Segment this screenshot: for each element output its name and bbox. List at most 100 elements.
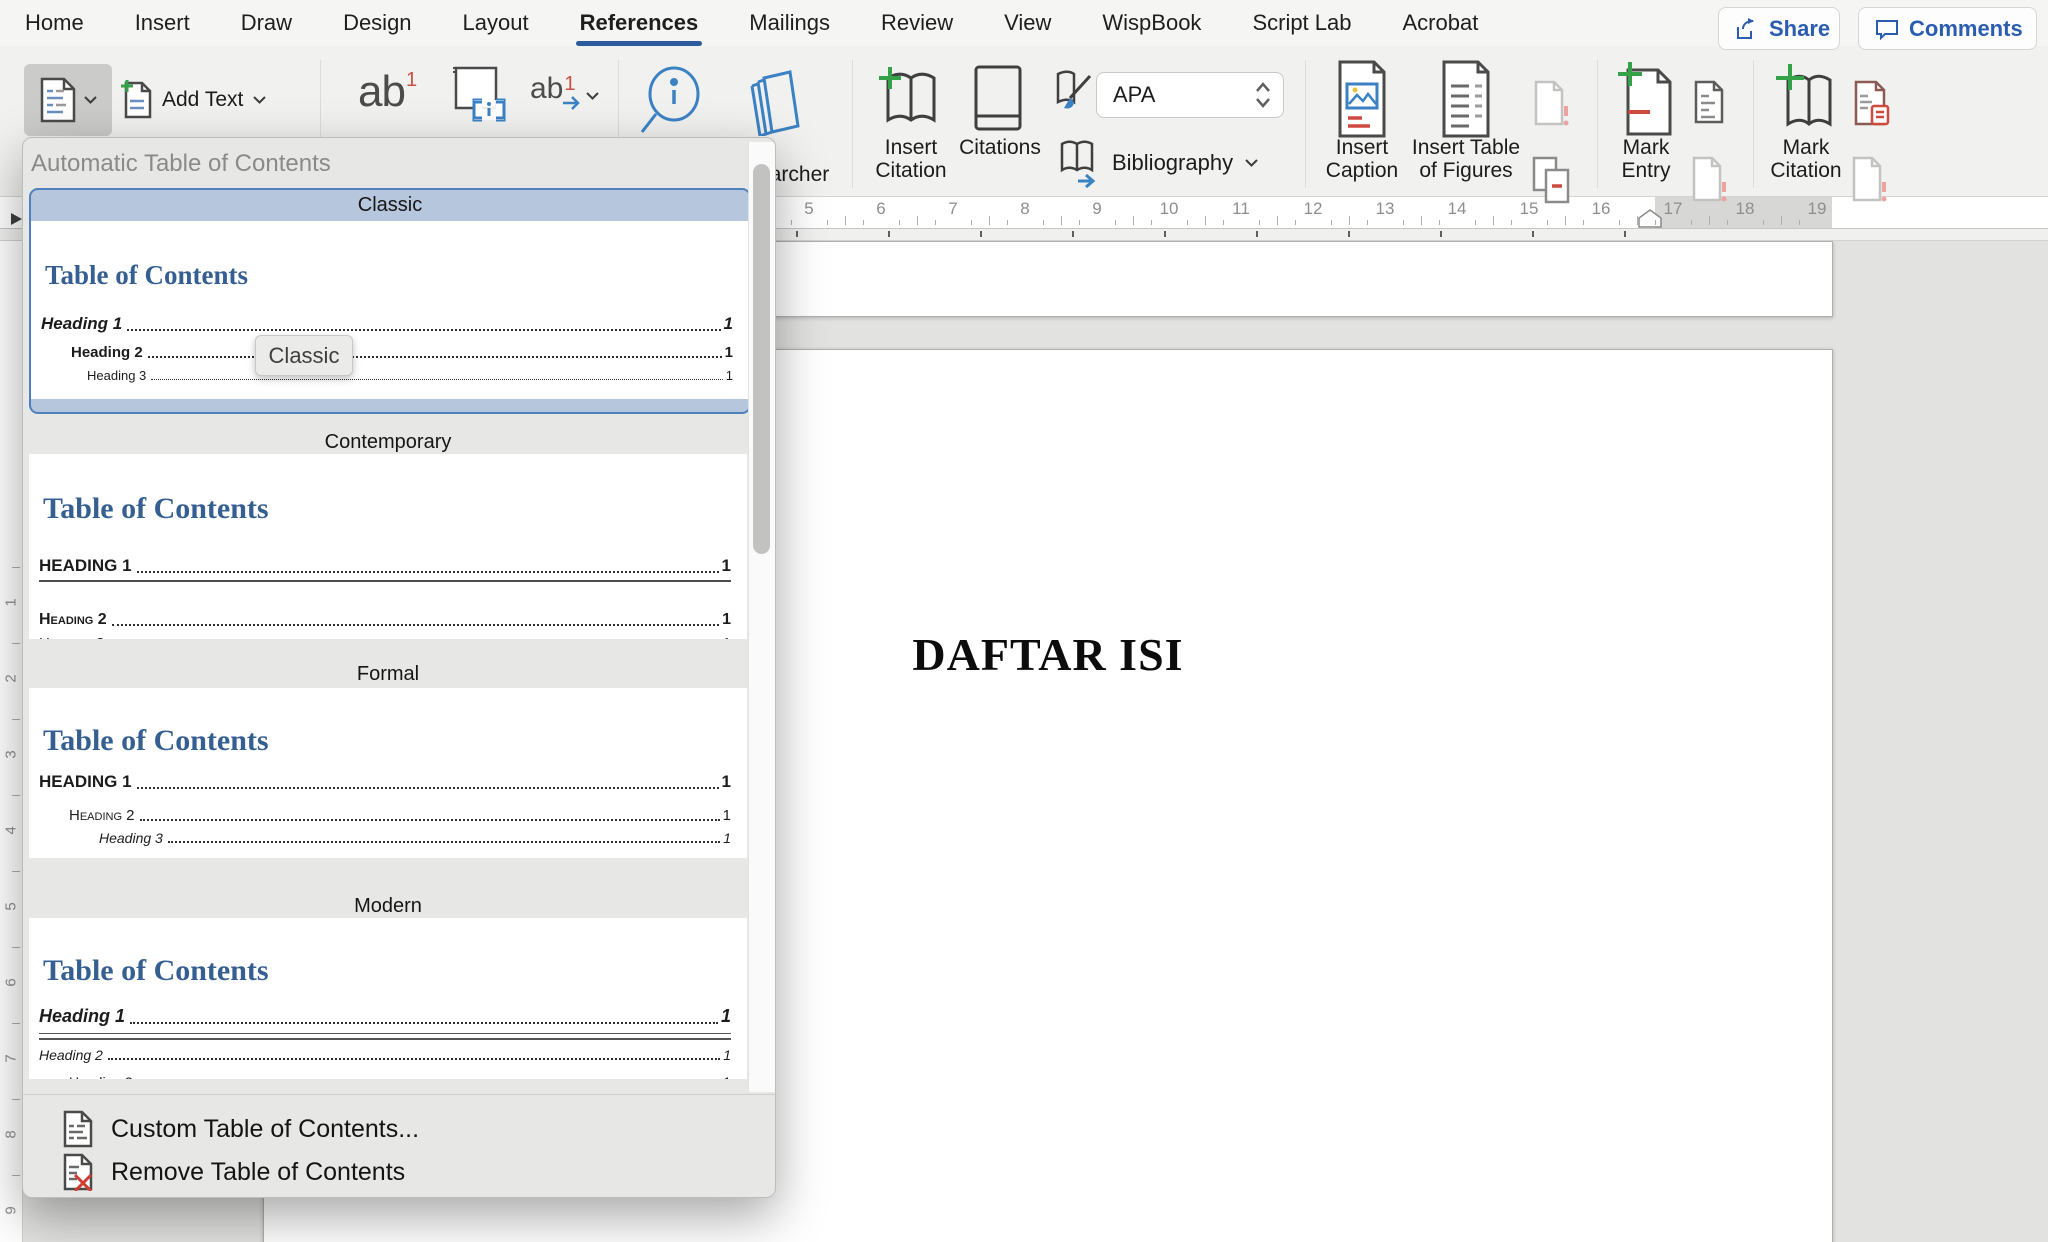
- insert-footnote-button[interactable]: ab 1: [358, 70, 417, 114]
- menu-tab-script-lab[interactable]: Script Lab: [1250, 4, 1353, 42]
- table-of-contents-button[interactable]: [24, 64, 112, 136]
- share-icon: [1734, 16, 1760, 42]
- menu-tab-view[interactable]: View: [1002, 4, 1053, 42]
- insert-table-of-authorities-icon[interactable]: [1854, 80, 1894, 128]
- bibliography-button[interactable]: Bibliography: [1058, 138, 1258, 188]
- toc-style-formal[interactable]: Formal Table of Contents Heading 1 1 Heading…: [29, 662, 747, 858]
- menu-tab-review[interactable]: Review: [879, 4, 955, 42]
- mark-entry-button[interactable]: [1616, 60, 1676, 138]
- group-divider: [1305, 60, 1306, 188]
- ruler-number: 9: [2, 1206, 20, 1215]
- ruler-number: 19: [1807, 199, 1827, 218]
- menu-tab-acrobat[interactable]: Acrobat: [1401, 4, 1481, 42]
- ruler-number: 8: [2, 1130, 20, 1139]
- preview-toc-entry: Heading 21: [69, 807, 731, 824]
- footnote-superscript: 1: [564, 73, 576, 95]
- toc-style-classic[interactable]: Classic Table of Contents Heading 1 1 Headin…: [29, 188, 751, 414]
- insert-endnote-button[interactable]: [452, 66, 508, 124]
- comments-button[interactable]: Comments: [1858, 7, 2037, 50]
- citations-label[interactable]: Citations: [950, 136, 1050, 159]
- ruler-number: 13: [1375, 199, 1395, 218]
- cross-reference-icon[interactable]: [1532, 156, 1574, 206]
- insert-citation-button[interactable]: [876, 64, 946, 134]
- insert-table-of-figures-label[interactable]: Insert Table of Figures: [1403, 136, 1529, 182]
- insert-caption-button[interactable]: [1336, 60, 1388, 138]
- citations-button[interactable]: [968, 64, 1028, 134]
- scrollbar-thumb[interactable]: [753, 164, 770, 554]
- preview-toc-entry: Heading 31: [87, 368, 733, 383]
- chevron-down-icon: [83, 96, 97, 104]
- bibliography-icon: [1058, 138, 1100, 188]
- menu-separator: [23, 1094, 775, 1095]
- menu-tab-layout[interactable]: Layout: [461, 4, 531, 42]
- share-button[interactable]: Share: [1718, 7, 1840, 50]
- group-divider: [1597, 60, 1598, 188]
- update-table-icon: [1534, 80, 1570, 128]
- insert-citation-label[interactable]: Insert Citation: [859, 136, 963, 182]
- mark-citation-button[interactable]: [1774, 62, 1838, 134]
- preview-toc-entry: Heading 11: [41, 314, 733, 333]
- toc-style-name: Classic: [357, 194, 423, 216]
- menu-tab-wispbook[interactable]: WispBook: [1100, 4, 1203, 42]
- comments-label: Comments: [1909, 15, 2023, 41]
- ruler-number: 12: [1303, 199, 1323, 218]
- preview-toc-entry: Heading 31: [39, 635, 731, 639]
- group-divider: [852, 60, 853, 188]
- insert-index-icon[interactable]: [1694, 80, 1728, 126]
- ruler-number: 2: [2, 674, 20, 683]
- citation-style-value: APA: [1113, 82, 1156, 107]
- next-footnote-button[interactable]: ab 1: [530, 74, 599, 110]
- custom-toc-label: Custom Table of Contents...: [111, 1114, 420, 1143]
- insert-caption-label[interactable]: Insert Caption: [1312, 136, 1412, 182]
- citation-style-icon: [1054, 70, 1094, 116]
- scrollbar-track[interactable]: [748, 142, 775, 1092]
- ruler-number: 6: [876, 199, 886, 218]
- preview-toc-entry: Heading 21: [39, 1047, 731, 1063]
- ruler-number: 14: [1447, 199, 1467, 218]
- bibliography-label: Bibliography: [1112, 150, 1234, 175]
- ruler-number: 7: [948, 199, 958, 218]
- preview-toc-title: Table of Contents: [43, 954, 269, 987]
- menu-tab-references[interactable]: References: [575, 4, 702, 46]
- menu-tab-mailings[interactable]: Mailings: [747, 4, 832, 42]
- footnote-ab-glyph: ab: [530, 72, 564, 105]
- preview-toc-entry: Heading 11: [39, 1006, 731, 1040]
- ruler-number: 17: [1663, 199, 1683, 218]
- toc-style-contemporary[interactable]: Contemporary Table of Contents Heading 11 H…: [29, 430, 747, 639]
- ruler-number: 16: [1591, 199, 1611, 218]
- word-window: Home Insert Draw Design Layout References Mail…: [0, 0, 2048, 1242]
- citation-style-select[interactable]: APA: [1096, 72, 1284, 118]
- comment-bubble-icon: [1874, 16, 1900, 42]
- toc-style-name: Formal: [356, 663, 420, 685]
- toc-gallery-dropdown: Automatic Table of Contents Classic Table…: [22, 137, 776, 1198]
- mark-citation-label[interactable]: Mark Citation: [1765, 136, 1847, 182]
- add-text-label: Add Text: [162, 88, 244, 111]
- menu-tab-insert[interactable]: Insert: [133, 4, 192, 42]
- menu-bar: Home Insert Draw Design Layout References Mail…: [0, 0, 2048, 50]
- researcher-button[interactable]: [750, 70, 802, 136]
- toc-style-preview: Table of Contents Heading 11 Heading 21 Hea…: [29, 918, 747, 1079]
- menu-tab-home[interactable]: Home: [23, 4, 86, 42]
- add-text-button[interactable]: Add Text: [120, 64, 267, 136]
- toc-style-name: Modern: [354, 895, 422, 917]
- ruler-number: 4: [2, 826, 20, 835]
- add-text-icon: [120, 79, 152, 121]
- menu-tab-draw[interactable]: Draw: [239, 4, 294, 42]
- custom-table-of-contents-item[interactable]: Custom Table of Contents...: [63, 1110, 419, 1148]
- remove-toc-icon: [63, 1153, 93, 1191]
- mark-entry-label[interactable]: Mark Entry: [1611, 136, 1681, 182]
- preview-toc-entry: Heading 21: [71, 344, 733, 361]
- remove-table-of-contents-item[interactable]: Remove Table of Contents: [63, 1153, 405, 1191]
- toc-style-preview: Table of Contents Heading 11 Heading 21 Hea…: [29, 454, 747, 639]
- stepper-icon[interactable]: [1255, 81, 1271, 109]
- tooltip: Classic: [255, 335, 353, 376]
- update-index-icon: [1692, 156, 1728, 204]
- toc-style-modern[interactable]: Modern Table of Contents Heading 1 1 Heading…: [29, 894, 747, 1079]
- table-of-contents-icon: [40, 77, 76, 123]
- preview-toc-title: Table of Contents: [43, 492, 269, 525]
- ruler-number: 9: [1092, 199, 1102, 218]
- custom-toc-icon: [63, 1110, 93, 1148]
- insert-table-of-figures-button[interactable]: [1440, 60, 1492, 138]
- menu-tab-design[interactable]: Design: [341, 4, 413, 42]
- ruler-number: 18: [1735, 199, 1755, 218]
